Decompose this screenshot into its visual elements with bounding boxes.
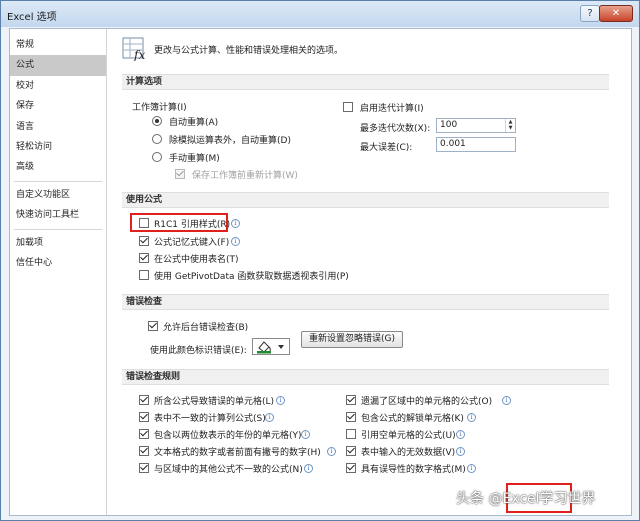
- section-formulas-header: 使用公式: [122, 192, 609, 208]
- sidebar-divider: [14, 180, 102, 182]
- getpivotdata-checkbox[interactable]: [139, 270, 149, 280]
- recalc-before-save-label: 保存工作簿前重新计算(W): [192, 171, 298, 181]
- rule-checkbox[interactable]: [346, 395, 356, 405]
- info-icon: i: [301, 430, 310, 439]
- table-names-checkbox[interactable]: [139, 253, 149, 263]
- info-icon: i: [456, 430, 465, 439]
- svg-text:fx: fx: [133, 48, 145, 61]
- iterative-calc-label: 启用迭代计算(I): [360, 104, 424, 114]
- rule-label: 文本格式的数字或者前面有撇号的数字(H): [154, 448, 321, 458]
- radio-automatic-except-tables-label: 除模拟运算表外，自动重算(D): [169, 136, 291, 146]
- help-button[interactable]: ?: [580, 5, 600, 22]
- formula-autocomplete-label: 公式记忆式键入(F): [154, 238, 230, 248]
- title-bar[interactable]: Excel 选项 ? ✕: [1, 1, 639, 27]
- workbook-calc-label: 工作簿计算(I): [132, 103, 187, 113]
- rule-label: 包含以两位数表示的年份的单元格(Y): [154, 431, 302, 441]
- info-icon: i: [456, 447, 465, 456]
- rule-checkbox[interactable]: [139, 463, 149, 473]
- radio-manual-label: 手动重算(M): [169, 154, 220, 164]
- spin-down-icon[interactable]: ▼: [506, 125, 515, 131]
- rule-label: 表中不一致的计算列公式(S): [154, 414, 266, 424]
- rule-checkbox[interactable]: [346, 446, 356, 456]
- rule-checkbox[interactable]: [346, 463, 356, 473]
- max-change-input[interactable]: 0.001: [436, 137, 516, 152]
- rule-label: 遗漏了区域中的单元格的公式(O): [361, 397, 493, 407]
- window-title: Excel 选项: [7, 12, 57, 23]
- info-icon: i: [327, 447, 336, 456]
- sidebar-item-proofing[interactable]: 校对: [10, 76, 106, 96]
- error-color-label: 使用此颜色标识错误(E):: [150, 346, 247, 356]
- dialog-body: 常规 公式 校对 保存 语言 轻松访问 高级 自定义功能区 快速访问工具栏 加载…: [9, 28, 632, 516]
- max-change-value: 0.001: [440, 139, 466, 149]
- info-icon: i: [231, 219, 240, 228]
- excel-options-dialog: Excel 选项 ? ✕ 常规 公式 校对 保存 语言 轻松访问 高级 自定义功…: [0, 0, 640, 521]
- max-iterations-label: 最多迭代次数(X):: [360, 124, 431, 134]
- rule-label: 所含公式导致错误的单元格(L): [154, 397, 275, 407]
- close-button[interactable]: ✕: [599, 5, 633, 22]
- radio-manual[interactable]: [152, 152, 162, 162]
- max-iterations-value: 100: [440, 120, 458, 130]
- getpivotdata-label: 使用 GetPivotData 函数获取数据透视表引用(P): [154, 272, 349, 282]
- rule-checkbox[interactable]: [139, 412, 149, 422]
- rule-checkbox[interactable]: [346, 412, 356, 422]
- sidebar-item-save[interactable]: 保存: [10, 96, 106, 116]
- error-color-picker[interactable]: [252, 338, 290, 355]
- rule-label: 具有误导性的数字格式(M): [361, 465, 466, 475]
- info-icon: i: [502, 396, 511, 405]
- sidebar-item-quick-access-toolbar[interactable]: 快速访问工具栏: [10, 205, 106, 225]
- info-icon: i: [467, 464, 476, 473]
- spin-arrows[interactable]: ▲ ▼: [505, 119, 515, 132]
- formula-fx-icon: fx: [122, 37, 145, 61]
- rule-label: 引用空单元格的公式(U): [361, 431, 456, 441]
- rule-label: 表中输入的无效数据(V): [361, 448, 456, 458]
- sidebar-item-trust-center[interactable]: 信任中心: [10, 253, 106, 273]
- sidebar-item-language[interactable]: 语言: [10, 117, 106, 137]
- sidebar-item-advanced[interactable]: 高级: [10, 157, 106, 177]
- section-calculation-header: 计算选项: [122, 74, 609, 90]
- rule-checkbox[interactable]: [139, 429, 149, 439]
- formulas-panel: fx 更改与公式计算、性能和错误处理相关的选项。 计算选项 工作簿计算(I) 自…: [114, 29, 614, 515]
- rule-checkbox[interactable]: [346, 429, 356, 439]
- info-icon: i: [276, 396, 285, 405]
- panel-description: 更改与公式计算、性能和错误处理相关的选项。: [154, 46, 344, 56]
- table-names-label: 在公式中使用表名(T): [154, 255, 239, 265]
- sidebar-item-formulas[interactable]: 公式: [10, 55, 106, 76]
- section-error-rules-header: 错误检查规则: [122, 369, 609, 385]
- sidebar: 常规 公式 校对 保存 语言 轻松访问 高级 自定义功能区 快速访问工具栏 加载…: [10, 29, 107, 515]
- info-icon: i: [467, 413, 476, 422]
- highlight-box: [130, 213, 228, 232]
- info-icon: i: [231, 237, 240, 246]
- reset-ignored-errors-button[interactable]: 重新设置忽略错误(G): [301, 331, 403, 348]
- recalc-before-save-checkbox[interactable]: [175, 169, 185, 179]
- rule-checkbox[interactable]: [139, 446, 149, 456]
- section-error-checking-header: 错误检查: [122, 294, 609, 310]
- rule-checkbox[interactable]: [139, 395, 149, 405]
- sidebar-item-general[interactable]: 常规: [10, 35, 106, 55]
- max-change-label: 最大误差(C):: [360, 143, 413, 153]
- info-icon: i: [304, 464, 313, 473]
- iterative-calc-checkbox[interactable]: [343, 102, 353, 112]
- max-iterations-input[interactable]: 100 ▲ ▼: [436, 118, 516, 133]
- rule-label: 包含公式的解锁单元格(K): [361, 414, 464, 424]
- paint-bucket-icon: [257, 341, 284, 354]
- rule-label: 与区域中的其他公式不一致的公式(N): [154, 465, 303, 475]
- formula-autocomplete-checkbox[interactable]: [139, 236, 149, 246]
- sidebar-item-addins[interactable]: 加载项: [10, 233, 106, 253]
- panel-header: fx 更改与公式计算、性能和错误处理相关的选项。: [122, 35, 602, 65]
- info-icon: i: [265, 413, 274, 422]
- radio-automatic-except-tables[interactable]: [152, 134, 162, 144]
- background-error-checking-checkbox[interactable]: [148, 321, 158, 331]
- radio-automatic-label: 自动重算(A): [169, 118, 219, 128]
- radio-automatic[interactable]: [152, 116, 162, 126]
- watermark: 头条 @Excel学习世界: [456, 491, 596, 507]
- sidebar-item-accessibility[interactable]: 轻松访问: [10, 137, 106, 157]
- sidebar-item-customize-ribbon[interactable]: 自定义功能区: [10, 185, 106, 205]
- background-error-checking-label: 允许后台错误检查(B): [163, 323, 249, 333]
- sidebar-divider: [14, 228, 102, 230]
